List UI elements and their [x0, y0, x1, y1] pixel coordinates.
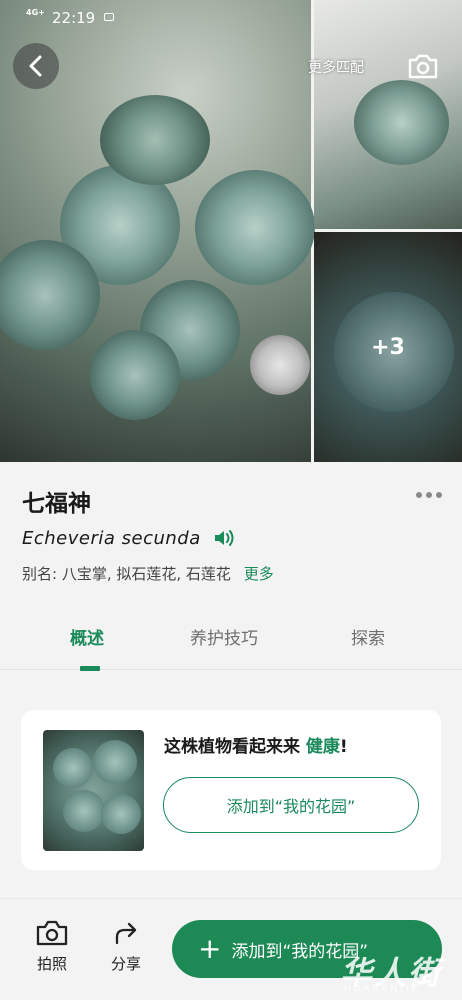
alias-row: 别名: 八宝掌, 拟石莲花, 石莲花 更多 [22, 563, 274, 584]
extra-photos-count: +3 [371, 334, 405, 360]
tab-care-tips[interactable]: 养护技巧 [190, 624, 258, 649]
tab-explore[interactable]: 探索 [351, 624, 385, 649]
take-photo-label: 拍照 [36, 955, 67, 973]
back-button[interactable] [13, 43, 59, 89]
alias-values: 八宝掌, 拟石莲花, 石莲花 [61, 565, 231, 583]
back-arrow-icon [29, 55, 42, 77]
health-status-value: 健康 [305, 737, 340, 757]
plant-name: 七福神 [22, 491, 91, 517]
take-photo-button[interactable]: 拍照 [30, 919, 74, 974]
health-text-prefix: 这株植物看起来来 [164, 737, 300, 757]
secondary-plant-photo[interactable] [314, 0, 462, 229]
active-tab-indicator [80, 666, 100, 671]
plant-photo-gallery[interactable]: +3 [0, 0, 462, 462]
health-card: 这株植物看起来来 健康! 添加到“我的花园” [21, 710, 441, 870]
alias-more-link[interactable]: 更多 [244, 565, 274, 583]
message-icon [104, 13, 114, 21]
health-card-photo [43, 730, 144, 851]
health-status-text: 这株植物看起来来 健康! [164, 732, 348, 757]
share-button[interactable]: 分享 [104, 919, 148, 974]
plus-icon: + [198, 932, 222, 965]
scientific-name: Echeveria secunda [22, 528, 201, 549]
plant-info-section: 七福神 Echeveria secunda 别名: 八宝掌, 拟石莲花, 石莲花… [0, 462, 462, 680]
camera-icon[interactable] [407, 52, 439, 80]
share-label: 分享 [110, 955, 141, 973]
tab-overview[interactable]: 概述 [70, 624, 104, 649]
speaker-icon[interactable] [213, 528, 235, 548]
more-matches-link[interactable]: 更多匹配 [308, 57, 364, 77]
watermark-sub: HUARENJIE [344, 984, 421, 994]
add-to-garden-button-card[interactable]: 添加到“我的花园” [163, 777, 419, 833]
alias-prefix: 别名: [22, 565, 58, 583]
health-text-suffix: ! [339, 737, 348, 757]
clock: 22:19 [52, 9, 96, 27]
status-bar: 4G+ 22:19 [0, 0, 462, 34]
tab-bar: 概述 养护技巧 探索 [0, 622, 462, 671]
network-indicator: 4G+ [26, 8, 45, 17]
share-icon [115, 922, 137, 945]
camera-icon [36, 920, 68, 946]
more-dots-icon[interactable] [416, 492, 442, 498]
